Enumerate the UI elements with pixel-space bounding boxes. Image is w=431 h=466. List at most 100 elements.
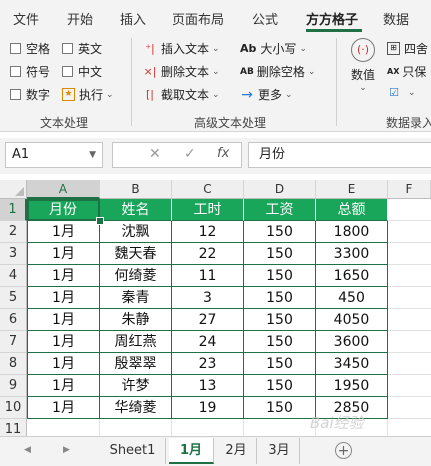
tab-home[interactable]: 开始 <box>67 9 93 28</box>
table-cell[interactable]: 1月 <box>27 331 100 353</box>
checkbox-number[interactable]: 数字 <box>10 86 50 103</box>
table-cell[interactable]: 4050 <box>316 309 388 331</box>
table-cell[interactable]: 1月 <box>27 265 100 287</box>
confirm-icon[interactable]: ✓ <box>184 146 196 162</box>
table-cell[interactable]: 秦青 <box>100 287 172 309</box>
round-button[interactable]: ⊞ 四舍 <box>387 40 428 57</box>
row-header-5[interactable]: 5 <box>0 287 27 309</box>
table-header-cell[interactable]: 总额 <box>316 199 388 221</box>
column-header-c[interactable]: C <box>172 180 244 199</box>
table-cell[interactable]: 1月 <box>27 353 100 375</box>
tab-page-layout[interactable]: 页面布局 <box>172 9 224 28</box>
sheet-tab-mar[interactable]: 3月 <box>259 438 300 464</box>
sheet-tab-jan[interactable]: 1月 <box>169 438 214 464</box>
table-cell[interactable]: 150 <box>244 397 316 419</box>
column-header-f[interactable]: F <box>388 180 431 199</box>
extract-text-button[interactable]: [| 截取文本 ⌄ <box>143 86 220 103</box>
table-cell[interactable]: 150 <box>244 375 316 397</box>
sheet-tab-feb[interactable]: 2月 <box>216 438 257 464</box>
table-cell[interactable]: 1月 <box>27 221 100 243</box>
table-header-cell[interactable]: 姓名 <box>100 199 172 221</box>
table-cell[interactable]: 3 <box>172 287 244 309</box>
add-sheet-icon[interactable]: + <box>335 442 352 459</box>
checkbox-symbol[interactable]: 符号 <box>10 63 50 80</box>
delete-text-button[interactable]: ×| 删除文本 ⌄ <box>143 63 220 80</box>
table-cell[interactable]: 3450 <box>316 353 388 375</box>
table-cell[interactable]: 周红燕 <box>100 331 172 353</box>
checkbox-space[interactable]: 空格 <box>10 40 50 57</box>
row-header-8[interactable]: 8 <box>0 353 27 375</box>
row-header-2[interactable]: 2 <box>0 221 27 243</box>
table-cell[interactable]: 22 <box>172 243 244 265</box>
tab-fangfang[interactable]: 方方格子 <box>306 9 358 28</box>
table-cell[interactable]: 许梦 <box>100 375 172 397</box>
table-cell[interactable]: 何绮菱 <box>100 265 172 287</box>
table-cell[interactable]: 19 <box>172 397 244 419</box>
table-cell[interactable]: 13 <box>172 375 244 397</box>
row-header-4[interactable]: 4 <box>0 265 27 287</box>
input-button[interactable]: ☑ ⌄ <box>387 86 415 100</box>
table-cell[interactable]: 150 <box>244 243 316 265</box>
table-cell[interactable]: 23 <box>172 353 244 375</box>
scroll-left-icon[interactable]: ◀ <box>24 445 31 455</box>
row-header-7[interactable]: 7 <box>0 331 27 353</box>
tab-data[interactable]: 数据 <box>383 9 409 28</box>
table-header-cell[interactable]: 工时 <box>172 199 244 221</box>
select-all-corner[interactable] <box>0 180 27 199</box>
row-header-1[interactable]: 1 <box>0 199 27 221</box>
row-header-6[interactable]: 6 <box>0 309 27 331</box>
column-header-e[interactable]: E <box>316 180 388 199</box>
table-cell[interactable]: 150 <box>244 331 316 353</box>
table-cell[interactable]: 150 <box>244 265 316 287</box>
keep-only-button[interactable]: AX 只保 <box>387 63 426 80</box>
more-button[interactable]: → 更多 ⌄ <box>240 86 292 103</box>
scroll-right-icon[interactable]: ▶ <box>63 445 70 455</box>
insert-function-icon[interactable]: fx <box>217 146 229 161</box>
table-cell[interactable]: 华绮菱 <box>100 397 172 419</box>
table-cell[interactable]: 1月 <box>27 397 100 419</box>
table-cell[interactable]: 3300 <box>316 243 388 265</box>
formula-input[interactable]: 月份 <box>248 142 431 168</box>
table-cell[interactable]: 殷翠翠 <box>100 353 172 375</box>
checkbox-english[interactable]: 英文 <box>62 40 102 57</box>
column-header-d[interactable]: D <box>244 180 316 199</box>
delete-space-button[interactable]: AB 删除空格 ⌄ <box>240 63 315 80</box>
row-header-10[interactable]: 10 <box>0 397 27 419</box>
row-header-3[interactable]: 3 <box>0 243 27 265</box>
table-cell[interactable]: 魏天春 <box>100 243 172 265</box>
spreadsheet-grid[interactable]: A B C D E F 1 2 3 4 5 6 7 8 9 10 11 月份 姓名 工时 工资 总额 1月 沈飘 12 150 18… <box>0 180 431 441</box>
table-cell[interactable]: 1月 <box>27 309 100 331</box>
table-cell[interactable]: 150 <box>244 287 316 309</box>
tab-insert[interactable]: 插入 <box>120 9 146 28</box>
tab-file[interactable]: 文件 <box>13 9 39 28</box>
name-box[interactable]: A1 ▼ <box>5 142 103 168</box>
table-cell[interactable]: 12 <box>172 221 244 243</box>
table-cell[interactable]: 450 <box>316 287 388 309</box>
checkbox-chinese[interactable]: 中文 <box>62 63 102 80</box>
row-header-9[interactable]: 9 <box>0 375 27 397</box>
table-cell[interactable]: 沈飘 <box>100 221 172 243</box>
table-header-cell[interactable]: 工资 <box>244 199 316 221</box>
table-cell[interactable]: 11 <box>172 265 244 287</box>
table-cell[interactable]: 1950 <box>316 375 388 397</box>
value-button[interactable]: (·) 数值 ⌄ <box>346 38 380 93</box>
sheet-tab-sheet1[interactable]: Sheet1 <box>100 438 166 464</box>
table-cell[interactable]: 1月 <box>27 243 100 265</box>
insert-text-button[interactable]: ⁺| 插入文本 ⌄ <box>143 40 219 57</box>
table-cell[interactable]: 3600 <box>316 331 388 353</box>
table-cell[interactable]: 1月 <box>27 375 100 397</box>
case-button[interactable]: Ab 大小写 ⌄ <box>240 40 307 57</box>
table-cell[interactable]: 27 <box>172 309 244 331</box>
table-cell[interactable]: 150 <box>244 221 316 243</box>
table-cell[interactable]: 1800 <box>316 221 388 243</box>
tab-formulas[interactable]: 公式 <box>252 9 278 28</box>
table-cell[interactable]: 24 <box>172 331 244 353</box>
column-header-a[interactable]: A <box>27 180 100 199</box>
table-cell[interactable]: 1650 <box>316 265 388 287</box>
execute-button[interactable]: ★ 执行 ⌄ <box>62 86 114 103</box>
table-cell[interactable]: 1月 <box>27 287 100 309</box>
column-header-b[interactable]: B <box>100 180 172 199</box>
cancel-icon[interactable]: ✕ <box>149 146 161 162</box>
fill-handle[interactable] <box>96 217 104 225</box>
table-cell[interactable]: 150 <box>244 353 316 375</box>
